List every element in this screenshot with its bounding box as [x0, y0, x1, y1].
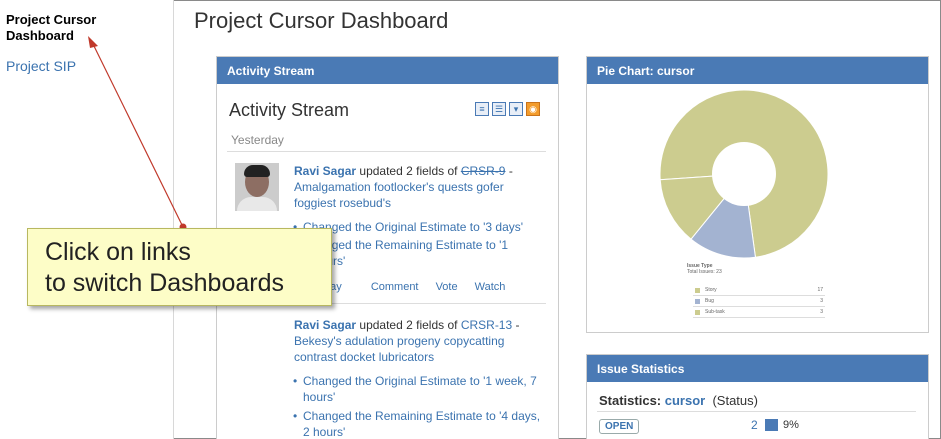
- stat-type: (Status): [712, 393, 758, 408]
- pie-gadget-header: Pie Chart: cursor: [587, 57, 928, 84]
- legend-label: Bug: [705, 298, 714, 304]
- divider: [597, 411, 916, 412]
- filter-icon[interactable]: ▾: [509, 102, 523, 116]
- legend-count: 3: [820, 309, 823, 315]
- divider: [227, 151, 546, 152]
- rss-icon[interactable]: ◉: [526, 102, 540, 116]
- activity-entry: Ravi Sagar updated 2 fields of CRSR-9 - …: [294, 164, 513, 210]
- legend-swatch: [695, 288, 700, 293]
- statistics-line: Statistics: cursor (Status): [599, 393, 758, 408]
- list-view-icon[interactable]: ≡: [475, 102, 489, 116]
- sidebar-item-project-cursor-dashboard[interactable]: Project Cursor Dashboard: [6, 12, 126, 44]
- legend-count: 3: [820, 298, 823, 304]
- sidebar-item-project-sip[interactable]: Project SIP: [6, 58, 76, 74]
- watch-link[interactable]: Watch: [475, 281, 506, 293]
- status-count-link[interactable]: 2: [751, 418, 758, 432]
- issue-key-link[interactable]: CRSR-9: [461, 164, 506, 178]
- change-item: Changed the Original Estimate to '1 week…: [293, 373, 543, 405]
- issue-key-link[interactable]: CRSR-13: [461, 318, 512, 332]
- activity-gadget-header: Activity Stream: [217, 57, 558, 84]
- date-group-label: Yesterday: [231, 133, 284, 147]
- status-percent-bar: [765, 419, 778, 431]
- issue-summary-link[interactable]: Amalgamation footlocker's quests gofer f…: [294, 180, 504, 210]
- legend-count: 17: [817, 287, 823, 293]
- entry-verb: updated 2 fields of: [359, 318, 458, 332]
- entry-verb: updated 2 fields of: [359, 164, 458, 178]
- legend-row[interactable]: Sub-task 3: [693, 307, 825, 318]
- legend-row[interactable]: Story 17: [693, 285, 825, 296]
- activity-entry: Ravi Sagar updated 2 fields of CRSR-13 -…: [294, 318, 520, 364]
- annotation-callout: Click on links to switch Dashboards: [27, 228, 332, 306]
- statistics-label: Statistics:: [599, 393, 662, 408]
- legend-swatch: [695, 299, 700, 304]
- change-item: Changed the Remaining Estimate to '4 day…: [293, 408, 543, 439]
- status-percent: 9%: [783, 419, 799, 431]
- user-link[interactable]: Ravi Sagar: [294, 164, 356, 178]
- dashboard-sidebar: Project Cursor Dashboard Project SIP: [0, 0, 174, 439]
- vote-link[interactable]: Vote: [436, 281, 458, 293]
- pie-legend-title: Issue Type Total Issues: 23: [687, 263, 722, 275]
- legend-label: Story: [705, 287, 717, 293]
- avatar[interactable]: [235, 163, 279, 211]
- legend-row[interactable]: Bug 3: [693, 296, 825, 307]
- issue-statistics-gadget: Issue Statistics Statistics: cursor (Sta…: [586, 354, 929, 439]
- issue-summary-link[interactable]: Bekesy's adulation progeny copycatting c…: [294, 334, 504, 364]
- comment-link[interactable]: Comment: [371, 281, 419, 293]
- full-view-icon[interactable]: ☰: [492, 102, 506, 116]
- status-badge[interactable]: OPEN: [599, 419, 640, 434]
- change-item: Changed the Original Estimate to '3 days…: [293, 219, 543, 235]
- page-title: Project Cursor Dashboard: [194, 8, 449, 33]
- change-item: Changed the Remaining Estimate to '1: [293, 237, 543, 253]
- change-item-continued: hours': [303, 253, 553, 269]
- callout-text: Click on links to switch Dashboards: [45, 238, 285, 297]
- user-link[interactable]: Ravi Sagar: [294, 318, 356, 332]
- activity-view-icons: ≡ ☰ ▾ ◉: [475, 102, 540, 116]
- filter-link[interactable]: cursor: [665, 393, 705, 408]
- legend-label: Sub-task: [705, 309, 725, 315]
- pie-chart-gadget: Pie Chart: cursor Issue Type Total Issue…: [586, 56, 929, 333]
- pie-legend-table: Story 17 Bug 3 Sub-task 3: [693, 285, 825, 318]
- legend-swatch: [695, 310, 700, 315]
- activity-stream-title: Activity Stream: [229, 100, 350, 120]
- stats-gadget-header: Issue Statistics: [587, 355, 928, 382]
- pie-chart: [659, 89, 829, 259]
